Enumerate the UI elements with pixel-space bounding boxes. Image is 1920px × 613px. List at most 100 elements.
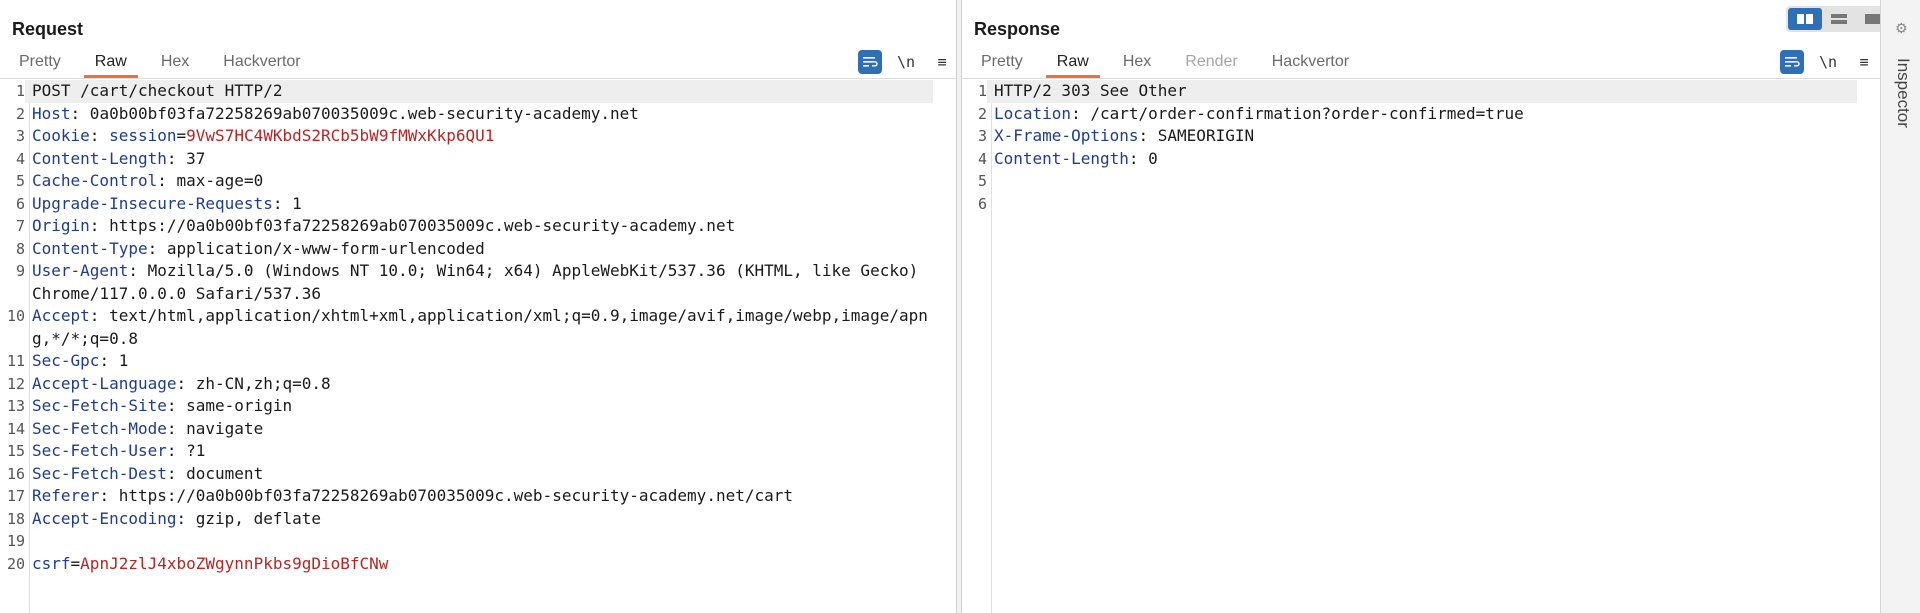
response-editor[interactable]: 1 HTTP/2 303 See Other 2 Location: /cart/or… — [962, 80, 1880, 613]
header-value: 1 — [282, 193, 302, 213]
request-tabs: Pretty Raw Hex Hackvertor — [8, 50, 324, 78]
request-header-divider — [0, 78, 956, 79]
line-number: 17 — [6, 487, 25, 505]
show-newlines-button[interactable]: \n — [1816, 50, 1840, 74]
word-wrap-button[interactable] — [858, 50, 882, 74]
rows-icon — [1831, 14, 1847, 24]
response-header-divider — [962, 78, 1880, 79]
code-line: 19 — [0, 530, 956, 553]
header-value — [99, 126, 109, 145]
line-number: 5 — [977, 172, 987, 190]
tab-hackvertor[interactable]: Hackvertor — [212, 50, 311, 78]
line-content: Content-Length: 37 — [32, 148, 206, 168]
header-value: HTTP/2 303 See Other — [994, 81, 1187, 100]
line-number: 5 — [15, 172, 25, 190]
inspector-tab[interactable]: Inspector — [1893, 58, 1913, 128]
line-content: Sec-Fetch-Site: same-origin — [32, 396, 293, 415]
line-number: 2 — [977, 104, 987, 123]
code-line: 11 Sec-Gpc: 1 — [0, 350, 956, 373]
header-value: 1 — [109, 351, 129, 370]
line-content: Accept: text/html,application/xhtml+xml,… — [32, 306, 928, 348]
inspector-settings-icon[interactable]: ⚙ — [1895, 20, 1908, 37]
code-line: 8 Content-Type: application/x-www-form-ur… — [0, 238, 956, 261]
tab-pretty[interactable]: Pretty — [970, 50, 1034, 78]
layout-side-by-side-button[interactable] — [1788, 8, 1822, 30]
line-content: Sec-Fetch-Mode: navigate — [32, 418, 264, 438]
code-line: 18 Accept-Encoding: gzip, deflate — [0, 508, 956, 531]
header-name: Cache-Control — [32, 171, 158, 190]
cookie-value: 9VwS7HC4WKbdS2RCb5bW9fMWxKkp6QU1 — [186, 126, 495, 145]
header-name: Sec-Fetch-Site — [32, 396, 167, 415]
tab-hex[interactable]: Hex — [1112, 50, 1162, 78]
code-line: 6 — [962, 193, 1880, 216]
header-name: Host — [32, 103, 71, 123]
header-value: gzip, deflate — [186, 508, 321, 528]
wrap-lines-icon — [863, 57, 878, 67]
tab-render[interactable]: Render — [1174, 50, 1248, 78]
line-number: 4 — [977, 149, 987, 168]
line-content — [987, 193, 1857, 216]
header-value: https://0a0b00bf03fa72258269ab070035009c… — [99, 216, 736, 235]
line-content: Origin: https://0a0b00bf03fa72258269ab07… — [32, 216, 736, 235]
code-line: 3 X-Frame-Options: SAMEORIGIN — [962, 125, 1880, 148]
line-number: 16 — [6, 464, 25, 483]
header-value: 0a0b00bf03fa72258269ab070035009c.web-sec… — [80, 103, 639, 123]
line-number: 12 — [6, 374, 25, 393]
header-value: 0 — [1138, 148, 1158, 168]
line-number: 1 — [15, 82, 25, 100]
header-value: max-age=0 — [166, 171, 264, 190]
line-number: 18 — [6, 509, 25, 528]
header-value: application/x-www-form-urlencoded — [157, 238, 485, 258]
line-content: Sec-Fetch-Dest: document — [32, 463, 264, 483]
tab-hackvertor[interactable]: Hackvertor — [1261, 50, 1360, 78]
line-content — [987, 170, 1857, 193]
header-value: text/html,application/xhtml+xml,applicat… — [32, 306, 928, 348]
header-name: Cookie — [32, 126, 90, 145]
header-name: Sec-Fetch-User — [32, 441, 167, 460]
line-number: 13 — [6, 397, 25, 415]
layout-toggle — [1786, 6, 1892, 32]
line-number: 6 — [15, 194, 25, 213]
header-name: Location — [994, 103, 1072, 123]
request-editor[interactable]: 1 POST /cart/checkout HTTP/2 2 Host: 0a0b00… — [0, 80, 956, 613]
header-value: ?1 — [176, 441, 206, 460]
header-name: Origin — [32, 216, 90, 235]
line-number: 3 — [15, 127, 25, 145]
code-line: 9 User-Agent: Mozilla/5.0 (Windows NT 10.… — [0, 260, 956, 305]
line-number: 15 — [6, 442, 25, 460]
tab-raw[interactable]: Raw — [83, 50, 138, 78]
code-line: 3 Cookie: session=9VwS7HC4WKbdS2RCb5bW9fM… — [0, 125, 956, 148]
request-menu-button[interactable]: ≡ — [930, 50, 954, 74]
header-name: Sec-Fetch-Dest — [32, 463, 167, 483]
response-menu-button[interactable]: ≡ — [1852, 50, 1876, 74]
line-number: 2 — [15, 104, 25, 123]
word-wrap-button[interactable] — [1780, 50, 1804, 74]
tab-raw[interactable]: Raw — [1045, 50, 1100, 78]
request-title: Request — [12, 19, 84, 39]
line-content: Content-Type: application/x-www-form-url… — [32, 238, 485, 258]
tab-hex[interactable]: Hex — [150, 50, 200, 78]
line-content: Accept-Encoding: gzip, deflate — [32, 508, 321, 528]
code-line: 10 Accept: text/html,application/xhtml+xm… — [0, 305, 956, 350]
header-value: zh-CN,zh;q=0.8 — [186, 373, 331, 393]
response-toolbar: \n ≡ — [1768, 50, 1876, 74]
code-line: 1 POST /cart/checkout HTTP/2 — [0, 80, 956, 103]
line-content: Sec-Gpc: 1 — [32, 351, 129, 370]
tab-pretty[interactable]: Pretty — [8, 50, 72, 78]
code-line: 5 Cache-Control: max-age=0 — [0, 170, 956, 193]
line-content: Content-Length: 0 — [994, 148, 1158, 168]
request-panel: Request Pretty Raw Hex Hackvertor \n ≡ 1 POS… — [0, 0, 957, 613]
burp-repeater: Request Pretty Raw Hex Hackvertor \n ≡ 1 POS… — [0, 0, 1920, 613]
columns-icon — [1797, 14, 1813, 24]
line-content: Accept-Language: zh-CN,zh;q=0.8 — [32, 373, 331, 393]
line-number: 1 — [977, 82, 987, 100]
header-name: X-Frame-Options — [994, 126, 1139, 145]
code-line: 2 Host: 0a0b00bf03fa72258269ab070035009c.… — [0, 103, 956, 126]
line-content: Cache-Control: max-age=0 — [32, 171, 264, 190]
layout-stacked-button[interactable] — [1822, 8, 1856, 30]
show-newlines-button[interactable]: \n — [894, 50, 918, 74]
line-number: 11 — [6, 352, 25, 370]
header-name: Content-Type — [32, 238, 148, 258]
request-toolbar: \n ≡ — [846, 50, 954, 74]
line-number: 10 — [6, 307, 25, 325]
